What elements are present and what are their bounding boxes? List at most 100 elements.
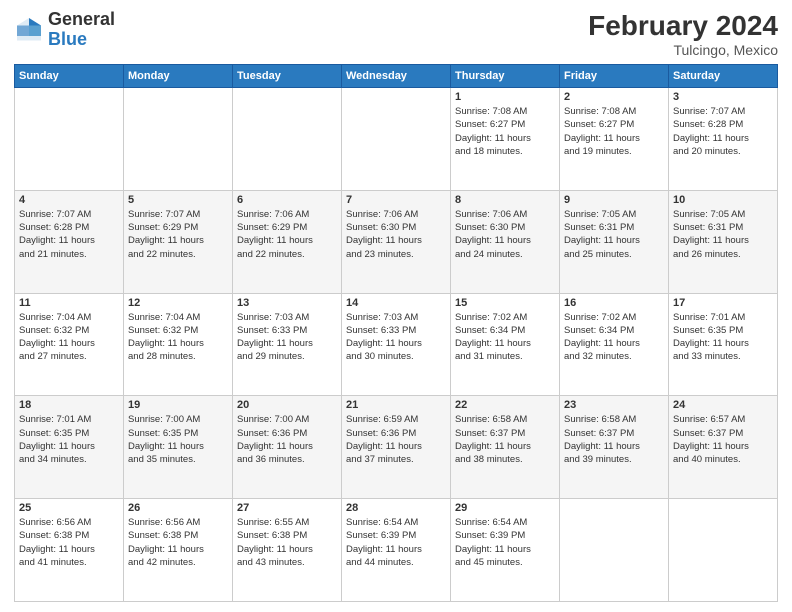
calendar-cell: 1 Sunrise: 7:08 AM Sunset: 6:27 PM Daylig… xyxy=(451,88,560,191)
cell-info: Sunrise: 7:08 AM Sunset: 6:27 PM Dayligh… xyxy=(564,105,664,158)
cell-date: 9 xyxy=(564,194,664,206)
cell-info: Sunrise: 7:07 AM Sunset: 6:29 PM Dayligh… xyxy=(128,208,228,261)
cell-date: 26 xyxy=(128,502,228,514)
cell-info: Sunrise: 6:54 AM Sunset: 6:39 PM Dayligh… xyxy=(455,516,555,569)
page: General Blue February 2024 Tulcingo, Mex… xyxy=(0,0,792,612)
calendar-cell: 4Sunrise: 7:07 AM Sunset: 6:28 PM Daylig… xyxy=(15,190,124,293)
calendar-body: 1 Sunrise: 7:08 AM Sunset: 6:27 PM Daylig… xyxy=(15,88,778,602)
cell-info: Sunrise: 7:05 AM Sunset: 6:31 PM Dayligh… xyxy=(673,208,773,261)
cell-info: Sunrise: 6:57 AM Sunset: 6:37 PM Dayligh… xyxy=(673,413,773,466)
cell-date: 10 xyxy=(673,194,773,206)
location: Tulcingo, Mexico xyxy=(588,42,778,58)
calendar-cell: 10 Sunrise: 7:05 AM Sunset: 6:31 PM Dayli… xyxy=(669,190,778,293)
calendar-cell xyxy=(124,88,233,191)
title-block: February 2024 Tulcingo, Mexico xyxy=(588,10,778,58)
calendar-cell: 28 Sunrise: 6:54 AM Sunset: 6:39 PM Dayli… xyxy=(342,499,451,602)
cell-info: Sunrise: 6:55 AM Sunset: 6:38 PM Dayligh… xyxy=(237,516,337,569)
calendar-cell xyxy=(560,499,669,602)
calendar-cell: 19 Sunrise: 7:00 AM Sunset: 6:35 PM Dayli… xyxy=(124,396,233,499)
header: General Blue February 2024 Tulcingo, Mex… xyxy=(14,10,778,58)
month-year: February 2024 xyxy=(588,10,778,42)
cell-date: 27 xyxy=(237,502,337,514)
calendar-cell: 5 Sunrise: 7:07 AM Sunset: 6:29 PM Daylig… xyxy=(124,190,233,293)
cell-date: 18 xyxy=(19,399,119,411)
cell-info: Sunrise: 7:04 AM Sunset: 6:32 PM Dayligh… xyxy=(128,311,228,364)
day-header-tuesday: Tuesday xyxy=(233,65,342,88)
calendar-cell: 18 Sunrise: 7:01 AM Sunset: 6:35 PM Dayli… xyxy=(15,396,124,499)
cell-info: Sunrise: 7:06 AM Sunset: 6:30 PM Dayligh… xyxy=(455,208,555,261)
calendar-cell: 3Sunrise: 7:07 AM Sunset: 6:28 PM Daylig… xyxy=(669,88,778,191)
calendar-cell: 20 Sunrise: 7:00 AM Sunset: 6:36 PM Dayli… xyxy=(233,396,342,499)
cell-date: 29 xyxy=(455,502,555,514)
cell-date: 21 xyxy=(346,399,446,411)
cell-info: Sunrise: 7:00 AM Sunset: 6:35 PM Dayligh… xyxy=(128,413,228,466)
day-header-thursday: Thursday xyxy=(451,65,560,88)
calendar-cell: 24 Sunrise: 6:57 AM Sunset: 6:37 PM Dayli… xyxy=(669,396,778,499)
calendar-cell: 21 Sunrise: 6:59 AM Sunset: 6:36 PM Dayli… xyxy=(342,396,451,499)
calendar-cell: 14 Sunrise: 7:03 AM Sunset: 6:33 PM Dayli… xyxy=(342,293,451,396)
calendar-row: 4Sunrise: 7:07 AM Sunset: 6:28 PM Daylig… xyxy=(15,190,778,293)
cell-date: 25 xyxy=(19,502,119,514)
logo-text: General Blue xyxy=(48,10,115,50)
cell-info: Sunrise: 7:02 AM Sunset: 6:34 PM Dayligh… xyxy=(564,311,664,364)
calendar-header: SundayMondayTuesdayWednesdayThursdayFrid… xyxy=(15,65,778,88)
cell-date: 6 xyxy=(237,194,337,206)
calendar-cell: 27 Sunrise: 6:55 AM Sunset: 6:38 PM Dayli… xyxy=(233,499,342,602)
cell-date: 20 xyxy=(237,399,337,411)
logo-icon xyxy=(14,15,44,45)
cell-info: Sunrise: 7:04 AM Sunset: 6:32 PM Dayligh… xyxy=(19,311,119,364)
cell-date: 8 xyxy=(455,194,555,206)
cell-info: Sunrise: 6:56 AM Sunset: 6:38 PM Dayligh… xyxy=(128,516,228,569)
cell-info: Sunrise: 7:00 AM Sunset: 6:36 PM Dayligh… xyxy=(237,413,337,466)
day-header-friday: Friday xyxy=(560,65,669,88)
cell-info: Sunrise: 7:01 AM Sunset: 6:35 PM Dayligh… xyxy=(19,413,119,466)
calendar-cell: 16Sunrise: 7:02 AM Sunset: 6:34 PM Dayli… xyxy=(560,293,669,396)
cell-date: 5 xyxy=(128,194,228,206)
cell-date: 2 xyxy=(564,91,664,103)
cell-info: Sunrise: 7:05 AM Sunset: 6:31 PM Dayligh… xyxy=(564,208,664,261)
cell-info: Sunrise: 7:06 AM Sunset: 6:29 PM Dayligh… xyxy=(237,208,337,261)
cell-date: 23 xyxy=(564,399,664,411)
cell-info: Sunrise: 7:08 AM Sunset: 6:27 PM Dayligh… xyxy=(455,105,555,158)
cell-date: 28 xyxy=(346,502,446,514)
cell-date: 1 xyxy=(455,91,555,103)
cell-info: Sunrise: 7:01 AM Sunset: 6:35 PM Dayligh… xyxy=(673,311,773,364)
cell-date: 22 xyxy=(455,399,555,411)
day-header-monday: Monday xyxy=(124,65,233,88)
calendar-cell: 17Sunrise: 7:01 AM Sunset: 6:35 PM Dayli… xyxy=(669,293,778,396)
cell-info: Sunrise: 7:03 AM Sunset: 6:33 PM Dayligh… xyxy=(237,311,337,364)
cell-date: 24 xyxy=(673,399,773,411)
calendar-cell: 11Sunrise: 7:04 AM Sunset: 6:32 PM Dayli… xyxy=(15,293,124,396)
calendar-cell: 13Sunrise: 7:03 AM Sunset: 6:33 PM Dayli… xyxy=(233,293,342,396)
cell-info: Sunrise: 6:54 AM Sunset: 6:39 PM Dayligh… xyxy=(346,516,446,569)
cell-info: Sunrise: 6:58 AM Sunset: 6:37 PM Dayligh… xyxy=(564,413,664,466)
calendar-cell: 7Sunrise: 7:06 AM Sunset: 6:30 PM Daylig… xyxy=(342,190,451,293)
cell-info: Sunrise: 6:59 AM Sunset: 6:36 PM Dayligh… xyxy=(346,413,446,466)
calendar-cell xyxy=(233,88,342,191)
cell-info: Sunrise: 7:03 AM Sunset: 6:33 PM Dayligh… xyxy=(346,311,446,364)
calendar-cell: 29 Sunrise: 6:54 AM Sunset: 6:39 PM Dayli… xyxy=(451,499,560,602)
cell-info: Sunrise: 6:56 AM Sunset: 6:38 PM Dayligh… xyxy=(19,516,119,569)
day-header-wednesday: Wednesday xyxy=(342,65,451,88)
calendar: SundayMondayTuesdayWednesdayThursdayFrid… xyxy=(14,64,778,602)
calendar-cell: 26 Sunrise: 6:56 AM Sunset: 6:38 PM Dayli… xyxy=(124,499,233,602)
day-header-sunday: Sunday xyxy=(15,65,124,88)
day-header-saturday: Saturday xyxy=(669,65,778,88)
cell-date: 3 xyxy=(673,91,773,103)
cell-date: 12 xyxy=(128,297,228,309)
cell-date: 7 xyxy=(346,194,446,206)
calendar-cell xyxy=(669,499,778,602)
calendar-cell: 9 Sunrise: 7:05 AM Sunset: 6:31 PM Daylig… xyxy=(560,190,669,293)
calendar-cell: 6 Sunrise: 7:06 AM Sunset: 6:29 PM Daylig… xyxy=(233,190,342,293)
cell-date: 14 xyxy=(346,297,446,309)
calendar-cell: 2 Sunrise: 7:08 AM Sunset: 6:27 PM Daylig… xyxy=(560,88,669,191)
calendar-row: 18 Sunrise: 7:01 AM Sunset: 6:35 PM Dayli… xyxy=(15,396,778,499)
cell-info: Sunrise: 6:58 AM Sunset: 6:37 PM Dayligh… xyxy=(455,413,555,466)
calendar-cell xyxy=(15,88,124,191)
calendar-cell: 23 Sunrise: 6:58 AM Sunset: 6:37 PM Dayli… xyxy=(560,396,669,499)
cell-date: 19 xyxy=(128,399,228,411)
calendar-row: 25 Sunrise: 6:56 AM Sunset: 6:38 PM Dayli… xyxy=(15,499,778,602)
calendar-row: 1 Sunrise: 7:08 AM Sunset: 6:27 PM Daylig… xyxy=(15,88,778,191)
cell-date: 4 xyxy=(19,194,119,206)
calendar-cell: 12 Sunrise: 7:04 AM Sunset: 6:32 PM Dayli… xyxy=(124,293,233,396)
